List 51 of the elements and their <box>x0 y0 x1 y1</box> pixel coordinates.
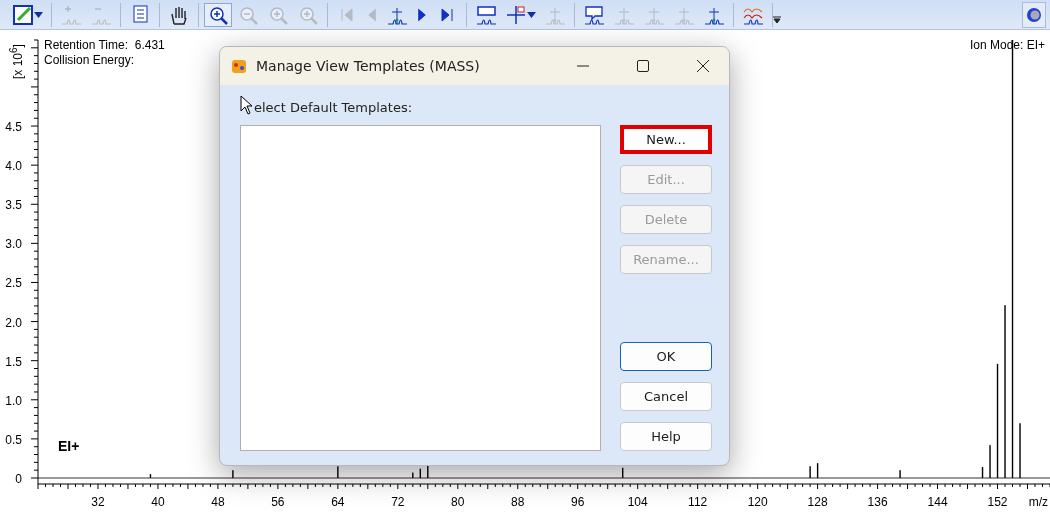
y-tick-label: 3.5 <box>5 198 22 213</box>
toolbar-tool-icon <box>12 3 34 26</box>
dialog-title: Manage View Templates (MASS) <box>256 58 481 74</box>
toolbar-button[interactable] <box>204 2 232 27</box>
x-tick-label: 64 <box>331 495 345 509</box>
x-tick-label: 112 <box>688 495 708 509</box>
app-icon <box>230 57 248 75</box>
y-tick-label: 0 <box>15 472 22 486</box>
x-tick-label: 128 <box>807 495 828 509</box>
y-tick-label: 1.0 <box>5 393 22 408</box>
x-tick-label: 48 <box>211 495 225 509</box>
x-tick-label: 32 <box>91 495 105 509</box>
x-axis-label: m/z <box>1028 495 1048 509</box>
x-tick-label: 120 <box>747 495 768 509</box>
caret-icon <box>34 11 43 18</box>
dialog-button[interactable]: OK <box>620 342 712 371</box>
toolbar-tool-icon <box>583 3 605 26</box>
dialog-button[interactable]: New... <box>620 125 712 154</box>
dialog-button[interactable]: Cancel <box>620 382 712 411</box>
toolbar-tool-icon <box>505 3 527 26</box>
x-tick-label: 40 <box>151 495 165 509</box>
toolbar-tool-icon <box>475 3 497 26</box>
x-tick-label: 152 <box>987 495 1008 509</box>
minimize-icon <box>577 65 589 67</box>
y-tick-label: 1.5 <box>5 354 22 369</box>
y-tick-label: 2.5 <box>5 276 22 291</box>
ion-mode-label: EI+ <box>58 438 80 454</box>
y-tick-label: 2.0 <box>5 315 22 330</box>
globe-button[interactable] <box>1022 1 1046 28</box>
collision-energy: Collision Energy: <box>44 53 135 67</box>
x-tick-label: 144 <box>927 495 948 509</box>
toolbar-tool-icon <box>60 3 82 26</box>
x-tick-label: 96 <box>571 495 585 509</box>
x-tick-label: 88 <box>511 495 525 509</box>
x-tick-label: 80 <box>451 495 465 509</box>
retention-time: Retention Time: 6.431 <box>44 38 165 52</box>
caret-icon <box>527 11 536 18</box>
x-tick-label: 104 <box>627 495 648 509</box>
overflow-icon[interactable] <box>773 15 781 24</box>
x-tick-label: 72 <box>391 495 405 509</box>
y-tick-label: 3.0 <box>5 237 22 252</box>
x-tick-label: 56 <box>271 495 285 509</box>
y-tick-label: 4.5 <box>5 120 22 135</box>
mouse-cursor-icon <box>240 95 253 115</box>
y-tick-label: 0.5 <box>5 432 22 447</box>
close-icon <box>697 60 709 72</box>
templates-label: elect Default Templates: <box>254 100 413 115</box>
x-tick-label: 136 <box>867 495 888 509</box>
y-tick-label: 4.0 <box>5 159 22 174</box>
maximize-icon <box>637 60 649 72</box>
dialog-button[interactable]: Help <box>620 422 712 451</box>
